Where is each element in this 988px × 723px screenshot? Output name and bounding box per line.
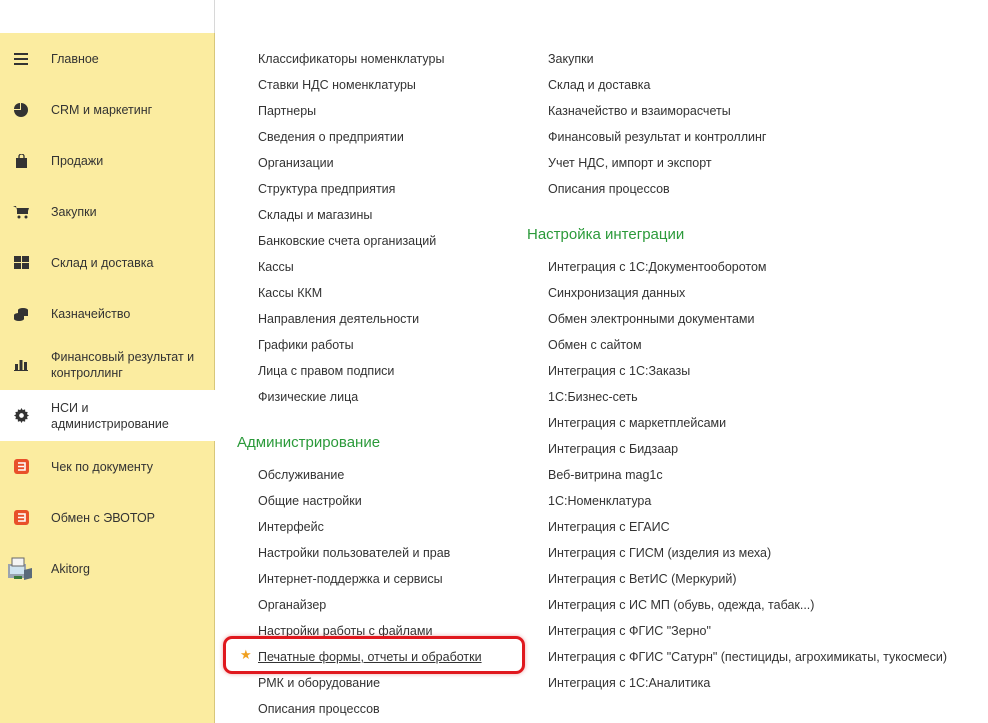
link-item[interactable]: Графики работы <box>258 337 354 353</box>
link-item[interactable]: Интеграция с ЕГАИС <box>548 519 670 535</box>
link-item[interactable]: Настройки пользователей и прав <box>258 545 450 561</box>
link-item[interactable]: Казначейство и взаиморасчеты <box>548 103 731 119</box>
sidebar-item-label: Казначейство <box>51 306 131 321</box>
link-item[interactable]: Направления деятельности <box>258 311 419 327</box>
section-title-integration: Настройка интеграции <box>527 226 685 243</box>
sidebar: Главное CRM и маркетинг Продажи Закупки … <box>0 33 215 723</box>
akitorg-icon <box>6 555 34 583</box>
link-item[interactable]: Описания процессов <box>258 701 380 717</box>
link-item[interactable]: Интеграция с ГИСМ (изделия из меха) <box>548 545 771 561</box>
sidebar-item-financial-result[interactable]: Финансовый результат и контроллинг <box>0 339 215 390</box>
link-item[interactable]: Веб-витрина mag1c <box>548 467 663 483</box>
divider <box>214 0 215 33</box>
sidebar-item-label: Склад и доставка <box>51 255 154 270</box>
link-item[interactable]: Структура предприятия <box>258 181 395 197</box>
link-item[interactable]: Склады и магазины <box>258 207 372 223</box>
link-item[interactable]: Интеграция с маркетплейсами <box>548 415 726 431</box>
link-item[interactable]: Кассы ККМ <box>258 285 322 301</box>
link-item[interactable]: Ставки НДС номенклатуры <box>258 77 416 93</box>
link-item[interactable]: Кассы <box>258 259 294 275</box>
sidebar-item-main[interactable]: Главное <box>0 33 215 84</box>
sidebar-item-admin[interactable]: НСИ и администрирование <box>0 390 215 441</box>
sidebar-item-evotor-exchange[interactable]: Обмен с ЭВОТОР <box>0 492 215 543</box>
link-item[interactable]: Интеграция с ВетИС (Меркурий) <box>548 571 737 587</box>
link-item[interactable]: Финансовый результат и контроллинг <box>548 129 766 145</box>
sidebar-item-label: Финансовый результат и контроллинг <box>51 349 195 380</box>
cart-icon <box>12 203 30 221</box>
sidebar-item-label: Закупки <box>51 204 97 219</box>
link-item[interactable]: Физические лица <box>258 389 358 405</box>
link-item[interactable]: Интеграция с ФГИС "Зерно" <box>548 623 711 639</box>
sidebar-item-label: Продажи <box>51 153 104 168</box>
link-item[interactable]: Обмен с сайтом <box>548 337 642 353</box>
top-strip <box>0 0 215 33</box>
warehouse-grid-icon <box>12 254 30 272</box>
sidebar-item-label: Чек по документу <box>51 459 153 474</box>
pie-chart-icon <box>12 101 30 119</box>
link-item[interactable]: Партнеры <box>258 103 316 119</box>
sidebar-item-akitorg[interactable]: Akitorg <box>0 543 215 594</box>
sidebar-item-crm[interactable]: CRM и маркетинг <box>0 84 215 135</box>
link-item[interactable]: Синхронизация данных <box>548 285 685 301</box>
link-item[interactable]: Общие настройки <box>258 493 362 509</box>
gear-icon <box>12 407 30 425</box>
link-item[interactable]: Классификаторы номенклатуры <box>258 51 444 67</box>
link-item[interactable]: Склад и доставка <box>548 77 650 93</box>
link-item[interactable]: Описания процессов <box>548 181 670 197</box>
link-item[interactable]: Закупки <box>548 51 594 67</box>
sidebar-item-purchases[interactable]: Закупки <box>0 186 215 237</box>
sidebar-item-warehouse[interactable]: Склад и доставка <box>0 237 215 288</box>
sidebar-item-sales[interactable]: Продажи <box>0 135 215 186</box>
link-item[interactable]: РМК и оборудование <box>258 675 380 691</box>
highlight-annotation <box>223 636 525 674</box>
link-item[interactable]: Обслуживание <box>258 467 344 483</box>
link-item[interactable]: Интеграция с ФГИС "Сатурн" (пестициды, а… <box>548 649 947 665</box>
evotor-icon <box>12 509 30 527</box>
sidebar-item-label: Обмен с ЭВОТОР <box>51 510 156 525</box>
link-item[interactable]: Учет НДС, импорт и экспорт <box>548 155 712 171</box>
link-item[interactable]: Интеграция с 1С:Документооборотом <box>548 259 767 275</box>
sidebar-item-label: CRM и маркетинг <box>51 102 153 117</box>
link-item[interactable]: Организации <box>258 155 334 171</box>
shopping-bag-icon <box>12 152 30 170</box>
link-item[interactable]: Интерфейс <box>258 519 324 535</box>
link-item[interactable]: Интеграция с ИС МП (обувь, одежда, табак… <box>548 597 814 613</box>
coins-icon <box>12 305 30 323</box>
sidebar-item-treasury[interactable]: Казначейство <box>0 288 215 339</box>
link-item[interactable]: Интеграция с Бидзаар <box>548 441 678 457</box>
menu-lines-icon <box>12 50 30 68</box>
sidebar-item-receipt[interactable]: Чек по документу <box>0 441 215 492</box>
link-item[interactable]: Интеграция с 1С:Заказы <box>548 363 690 379</box>
sidebar-item-label: Главное <box>51 51 99 66</box>
link-item[interactable]: Обмен электронными документами <box>548 311 754 327</box>
sidebar-item-label: Akitorg <box>51 561 90 576</box>
link-item[interactable]: Интернет-поддержка и сервисы <box>258 571 443 587</box>
link-item[interactable]: Интеграция с 1С:Аналитика <box>548 675 710 691</box>
link-item[interactable]: Сведения о предприятии <box>258 129 404 145</box>
bar-chart-icon <box>12 356 30 374</box>
evotor-icon <box>12 458 30 476</box>
link-item[interactable]: 1С:Бизнес-сеть <box>548 389 638 405</box>
link-item[interactable]: Банковские счета организаций <box>258 233 436 249</box>
link-item[interactable]: 1С:Номенклатура <box>548 493 651 509</box>
link-item[interactable]: Органайзер <box>258 597 326 613</box>
link-item[interactable]: Лица с правом подписи <box>258 363 394 379</box>
section-title-admin: Администрирование <box>237 434 381 451</box>
sidebar-item-label: НСИ и администрирование <box>51 400 169 431</box>
